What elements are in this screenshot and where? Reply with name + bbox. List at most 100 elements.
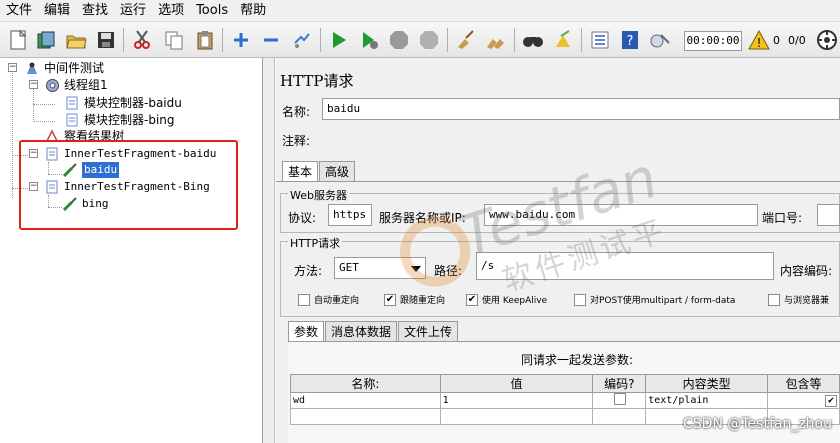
paste-icon[interactable] bbox=[193, 28, 217, 52]
param-tabs: 参数 消息体数据 文件上传 bbox=[288, 321, 459, 342]
chevron-down-icon bbox=[411, 266, 421, 272]
toolbar: ? 00:00:00 ! 0 0/0 bbox=[0, 22, 840, 58]
tab-file-upload[interactable]: 文件上传 bbox=[398, 321, 459, 342]
menu-search[interactable]: 查找 bbox=[76, 0, 114, 22]
tree-label-thread-group: 线程组1 bbox=[64, 78, 108, 92]
split-pane-divider[interactable] bbox=[263, 58, 275, 443]
server-label: 服务器名称或IP: bbox=[379, 211, 466, 225]
server-input[interactable]: www.baidu.com bbox=[484, 204, 758, 226]
checkbox-box[interactable] bbox=[614, 393, 627, 405]
thread-counter: 0/0 bbox=[788, 34, 806, 47]
remote-icon[interactable] bbox=[648, 28, 672, 52]
column-include-equals: 包含等 bbox=[767, 374, 840, 393]
protocol-input[interactable]: https bbox=[328, 204, 372, 226]
cut-icon[interactable] bbox=[130, 28, 154, 52]
tree-node-test-plan[interactable]: 中间件测试 bbox=[24, 60, 104, 76]
menu-edit[interactable]: 编辑 bbox=[38, 0, 76, 22]
checkbox-follow-redirects[interactable]: ✔ 跟随重定向 bbox=[384, 293, 445, 306]
tab-advanced[interactable]: 高级 bbox=[319, 161, 356, 182]
shutdown-icon[interactable] bbox=[417, 28, 441, 52]
checkbox-multipart[interactable]: 对POST使用multipart / form-data bbox=[574, 293, 735, 306]
config-tabs: 基本 高级 bbox=[282, 161, 356, 182]
checkbox-keepalive[interactable]: ✔ 使用 KeepAlive bbox=[466, 293, 547, 306]
test-plan-tree: − 中间件测试 − 线程组1 模块控制器-baidu 模块控制器-bing 察看… bbox=[0, 58, 263, 443]
start-no-pause-icon[interactable] bbox=[357, 28, 381, 52]
clear-icon[interactable] bbox=[454, 28, 478, 52]
checkbox-browser-compatible[interactable]: 与浏览器兼 bbox=[768, 293, 829, 306]
checkbox-box[interactable] bbox=[298, 293, 310, 306]
stop-icon[interactable] bbox=[387, 28, 411, 52]
reset-search-icon[interactable] bbox=[551, 28, 575, 52]
thread-group-expander[interactable]: − bbox=[29, 80, 38, 89]
param-value-cell[interactable]: 1 bbox=[439, 392, 594, 409]
controller-icon bbox=[64, 112, 80, 128]
annotation-highlight-box bbox=[19, 140, 238, 230]
toggle-icon[interactable] bbox=[290, 28, 314, 52]
controller-icon bbox=[64, 95, 80, 111]
empty-cell bbox=[592, 408, 647, 425]
root-expander[interactable]: − bbox=[8, 63, 17, 72]
column-name: 名称: bbox=[290, 374, 441, 393]
menu-run[interactable]: 运行 bbox=[114, 0, 152, 22]
warning-count: 0 bbox=[773, 34, 780, 47]
tree-node-module-controller-bing[interactable]: 模块控制器-bing bbox=[64, 112, 175, 128]
settings-icon[interactable] bbox=[815, 28, 839, 52]
function-helper-icon[interactable] bbox=[588, 28, 612, 52]
panel-title: HTTP请求 bbox=[280, 72, 354, 90]
method-select[interactable]: GET bbox=[334, 257, 426, 279]
csdn-watermark: CSDN @Testfan_zhou bbox=[683, 416, 832, 432]
checkbox-box[interactable] bbox=[574, 293, 586, 306]
menu-tools[interactable]: Tools bbox=[190, 0, 234, 22]
name-label: 名称: bbox=[282, 105, 311, 119]
tree-label-module-controller-bing: 模块控制器-bing bbox=[84, 113, 175, 127]
warning-icon[interactable]: ! bbox=[747, 28, 771, 52]
tab-basic[interactable]: 基本 bbox=[282, 161, 319, 182]
web-server-title: Web服务器 bbox=[288, 187, 349, 203]
encoding-label: 内容编码: bbox=[780, 264, 833, 278]
port-input[interactable] bbox=[817, 204, 840, 226]
copy-icon[interactable] bbox=[162, 28, 186, 52]
param-encode-cell[interactable] bbox=[592, 392, 647, 409]
param-name-cell[interactable]: wd bbox=[290, 392, 441, 409]
column-encode: 编码? bbox=[592, 374, 647, 393]
new-icon[interactable] bbox=[6, 28, 30, 52]
templates-icon[interactable] bbox=[34, 28, 58, 52]
checkbox-label: 自动重定向 bbox=[314, 296, 360, 306]
params-caption: 同请求一起发送参数: bbox=[521, 353, 634, 367]
tab-parameters[interactable]: 参数 bbox=[288, 321, 325, 342]
param-include-equals-cell[interactable]: ✔ bbox=[767, 392, 840, 409]
checkbox-box[interactable]: ✔ bbox=[384, 293, 396, 306]
empty-cell bbox=[439, 408, 594, 425]
elapsed-timer: 00:00:00 bbox=[684, 31, 742, 51]
collapse-icon[interactable] bbox=[259, 28, 283, 52]
checkbox-box[interactable]: ✔ bbox=[466, 293, 478, 306]
empty-cell bbox=[290, 408, 441, 425]
help-icon[interactable]: ? bbox=[618, 28, 642, 52]
checkbox-auto-redirect[interactable]: 自动重定向 bbox=[298, 293, 359, 306]
param-content-type-cell[interactable]: text/plain bbox=[645, 392, 769, 409]
table-row[interactable]: wd 1 text/plain ✔ bbox=[290, 392, 840, 409]
tree-node-thread-group[interactable]: 线程组1 bbox=[44, 77, 108, 93]
port-label: 端口号: bbox=[762, 211, 803, 225]
checkbox-label: 对POST使用multipart / form-data bbox=[590, 296, 736, 306]
name-input[interactable]: baidu bbox=[322, 98, 840, 120]
column-content-type: 内容类型 bbox=[645, 374, 769, 393]
menu-help[interactable]: 帮助 bbox=[234, 0, 272, 22]
tree-node-module-controller-baidu[interactable]: 模块控制器-baidu bbox=[64, 95, 182, 111]
checkbox-box[interactable] bbox=[768, 293, 780, 306]
checkbox-box[interactable]: ✔ bbox=[825, 394, 837, 407]
tree-label-module-controller-baidu: 模块控制器-baidu bbox=[84, 96, 182, 110]
menu-file[interactable]: 文件 bbox=[0, 0, 38, 22]
open-icon[interactable] bbox=[64, 28, 88, 52]
start-icon[interactable] bbox=[327, 28, 351, 52]
save-icon[interactable] bbox=[94, 28, 118, 52]
checkbox-label: 使用 KeepAlive bbox=[482, 296, 548, 306]
method-label: 方法: bbox=[294, 264, 323, 278]
menu-options[interactable]: 选项 bbox=[152, 0, 190, 22]
search-icon[interactable] bbox=[521, 28, 545, 52]
expand-icon[interactable] bbox=[229, 28, 253, 52]
clear-all-icon[interactable] bbox=[484, 28, 508, 52]
path-input[interactable]: /s bbox=[476, 252, 774, 280]
column-value: 值 bbox=[439, 374, 594, 393]
tab-body-data[interactable]: 消息体数据 bbox=[325, 321, 398, 342]
